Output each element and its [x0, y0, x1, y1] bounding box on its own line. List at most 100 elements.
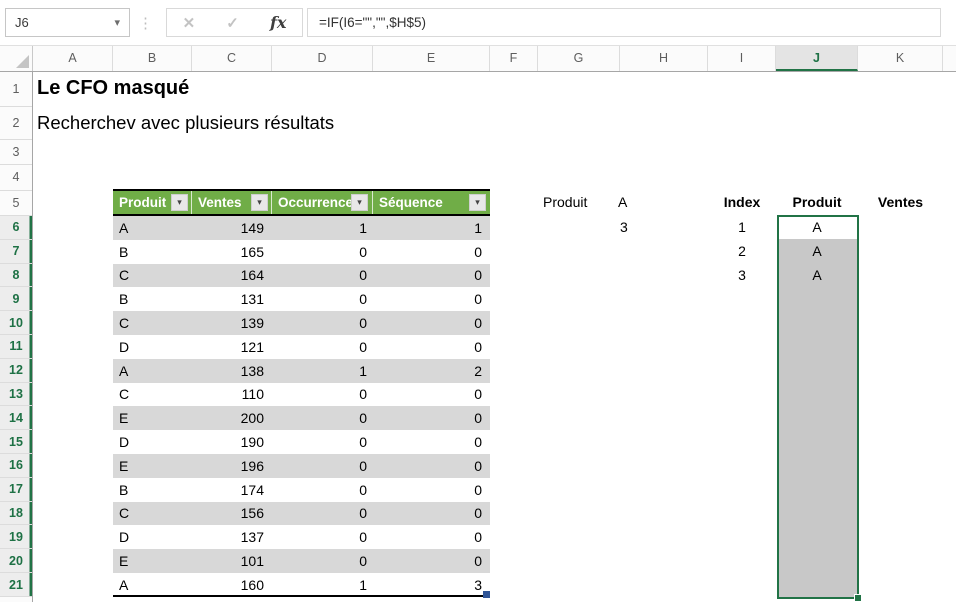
row-header-8[interactable]: 8	[0, 264, 32, 288]
row-header-3[interactable]: 3	[0, 140, 32, 165]
cell-occurrence[interactable]: 0	[272, 240, 367, 264]
fill-handle[interactable]	[854, 594, 862, 602]
cell-sequence[interactable]: 0	[373, 311, 482, 335]
cell-ventes[interactable]: 164	[192, 264, 264, 288]
cell-occurrence[interactable]: 0	[272, 454, 367, 478]
cell-I8-index[interactable]: 3	[708, 264, 776, 288]
cell-sequence[interactable]: 0	[373, 430, 482, 454]
cell-produit[interactable]: E	[119, 549, 128, 573]
row-header-19[interactable]: 19	[0, 525, 32, 549]
cell-sequence[interactable]: 0	[373, 383, 482, 407]
row-header-11[interactable]: 11	[0, 335, 32, 359]
cell-J7-produit[interactable]: A	[776, 240, 858, 264]
cell-produit[interactable]: A	[119, 573, 128, 597]
filter-button-ventes[interactable]: ▾	[251, 194, 268, 211]
cell-produit[interactable]: B	[119, 287, 128, 311]
cell-sequence[interactable]: 0	[373, 406, 482, 430]
formula-input[interactable]: =IF(I6="","",$H$5)	[307, 8, 941, 37]
cell-ventes[interactable]: 160	[192, 573, 264, 597]
cell-sequence[interactable]: 0	[373, 502, 482, 526]
cell-J5-produit-header[interactable]: Produit	[776, 191, 858, 215]
cell-produit[interactable]: D	[119, 335, 129, 359]
cell-H6-lookup-count[interactable]: 3	[620, 216, 628, 240]
cell-J8-produit[interactable]: A	[776, 264, 858, 288]
cell-ventes[interactable]: 156	[192, 502, 264, 526]
cell-occurrence[interactable]: 0	[272, 311, 367, 335]
cell-ventes[interactable]: 101	[192, 549, 264, 573]
row-header-7[interactable]: 7	[0, 240, 32, 264]
cell-ventes[interactable]: 200	[192, 406, 264, 430]
cell-produit[interactable]: D	[119, 525, 129, 549]
cell-ventes[interactable]: 131	[192, 287, 264, 311]
cell-sequence[interactable]: 1	[373, 216, 482, 240]
filter-button-occurrence[interactable]: ▾	[351, 194, 368, 211]
row-header-21[interactable]: 21	[0, 573, 32, 597]
row-header-1[interactable]: 1	[0, 72, 32, 107]
cell-ventes[interactable]: 110	[192, 383, 264, 407]
insert-function-icon[interactable]: fx	[270, 13, 286, 32]
cell-occurrence[interactable]: 0	[272, 383, 367, 407]
cell-occurrence[interactable]: 1	[272, 359, 367, 383]
column-header-I[interactable]: I	[708, 46, 776, 71]
column-header-J-selected[interactable]: J	[776, 46, 858, 71]
column-header-B[interactable]: B	[113, 46, 192, 71]
cell-ventes[interactable]: 138	[192, 359, 264, 383]
cell-produit[interactable]: A	[119, 216, 128, 240]
cell-B2-subtitle[interactable]: Recherchev avec plusieurs résultats	[37, 112, 334, 134]
cell-occurrence[interactable]: 0	[272, 502, 367, 526]
row-header-5[interactable]: 5	[0, 191, 32, 217]
cell-occurrence[interactable]: 0	[272, 287, 367, 311]
row-header-13[interactable]: 13	[0, 383, 32, 407]
cell-occurrence[interactable]: 0	[272, 478, 367, 502]
cell-J6-active-cell[interactable]: A	[776, 216, 858, 240]
cell-ventes[interactable]: 121	[192, 335, 264, 359]
row-header-14[interactable]: 14	[0, 406, 32, 430]
column-header-K[interactable]: K	[858, 46, 943, 71]
table-resize-handle[interactable]	[483, 591, 490, 598]
cell-ventes[interactable]: 139	[192, 311, 264, 335]
cell-H5-lookup-value[interactable]: A	[618, 191, 627, 215]
cell-sequence[interactable]: 0	[373, 264, 482, 288]
cell-B1-title[interactable]: Le CFO masqué	[37, 77, 189, 100]
cell-sequence[interactable]: 3	[373, 573, 482, 597]
select-all-button[interactable]	[0, 46, 33, 71]
row-header-4[interactable]: 4	[0, 165, 32, 191]
cell-sequence[interactable]: 0	[373, 240, 482, 264]
cell-occurrence[interactable]: 1	[272, 573, 367, 597]
cancel-icon[interactable]: ✕	[183, 14, 196, 32]
column-header-E[interactable]: E	[373, 46, 490, 71]
cell-sequence[interactable]: 2	[373, 359, 482, 383]
cell-produit[interactable]: B	[119, 240, 128, 264]
cell-produit[interactable]: B	[119, 478, 128, 502]
cell-occurrence[interactable]: 0	[272, 264, 367, 288]
cell-ventes[interactable]: 149	[192, 216, 264, 240]
cell-sequence[interactable]: 0	[373, 525, 482, 549]
cell-sequence[interactable]: 0	[373, 335, 482, 359]
cell-I6-index[interactable]: 1	[708, 216, 776, 240]
column-header-A[interactable]: A	[33, 46, 113, 71]
name-box[interactable]: J6 ▾	[5, 8, 130, 37]
column-header-C[interactable]: C	[192, 46, 272, 71]
cell-ventes[interactable]: 196	[192, 454, 264, 478]
cell-K5-ventes-header[interactable]: Ventes	[858, 191, 943, 215]
cell-produit[interactable]: C	[119, 311, 129, 335]
cell-produit[interactable]: E	[119, 454, 128, 478]
cell-ventes[interactable]: 174	[192, 478, 264, 502]
cell-ventes[interactable]: 137	[192, 525, 264, 549]
row-header-10[interactable]: 10	[0, 311, 32, 335]
cell-ventes[interactable]: 190	[192, 430, 264, 454]
filter-button-produit[interactable]: ▾	[171, 194, 188, 211]
row-header-20[interactable]: 20	[0, 549, 32, 573]
cell-occurrence[interactable]: 0	[272, 430, 367, 454]
row-header-17[interactable]: 17	[0, 478, 32, 502]
column-header-F[interactable]: F	[490, 46, 538, 71]
row-header-15[interactable]: 15	[0, 430, 32, 454]
cell-occurrence[interactable]: 0	[272, 549, 367, 573]
row-header-2[interactable]: 2	[0, 107, 32, 140]
cell-produit[interactable]: C	[119, 383, 129, 407]
column-header-H[interactable]: H	[620, 46, 708, 71]
cell-I5-index-header[interactable]: Index	[708, 191, 776, 215]
column-header-D[interactable]: D	[272, 46, 373, 71]
cell-G5-lookup-label[interactable]: Produit	[543, 191, 587, 215]
cell-produit[interactable]: E	[119, 406, 128, 430]
